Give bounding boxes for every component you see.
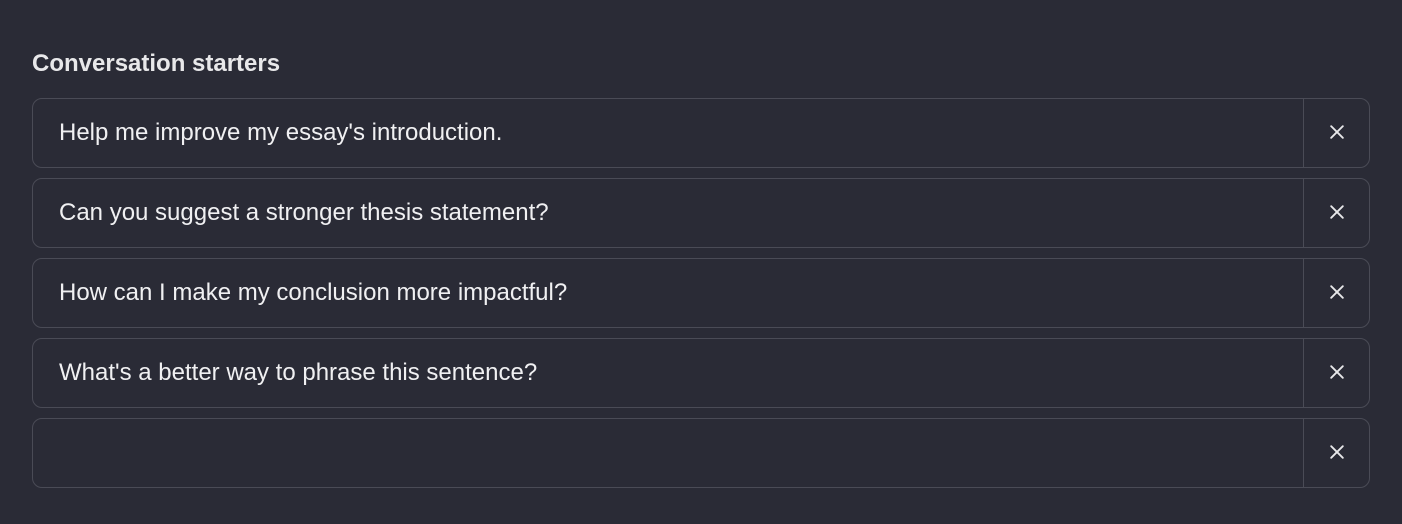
starter-input[interactable] <box>33 99 1303 167</box>
starter-row <box>32 178 1370 248</box>
close-icon <box>1327 122 1347 145</box>
close-icon <box>1327 282 1347 305</box>
starter-input[interactable] <box>33 179 1303 247</box>
starter-row <box>32 258 1370 328</box>
starter-row <box>32 418 1370 488</box>
remove-starter-button[interactable] <box>1303 99 1369 167</box>
starter-input[interactable] <box>33 419 1303 487</box>
starter-input[interactable] <box>33 259 1303 327</box>
section-title: Conversation starters <box>32 50 1370 78</box>
close-icon <box>1327 362 1347 385</box>
conversation-starters-section: Conversation starters <box>0 0 1402 520</box>
remove-starter-button[interactable] <box>1303 259 1369 327</box>
remove-starter-button[interactable] <box>1303 179 1369 247</box>
starter-row <box>32 338 1370 408</box>
starter-input[interactable] <box>33 339 1303 407</box>
starter-list <box>32 98 1370 488</box>
close-icon <box>1327 202 1347 225</box>
starter-row <box>32 98 1370 168</box>
remove-starter-button[interactable] <box>1303 419 1369 487</box>
close-icon <box>1327 442 1347 465</box>
remove-starter-button[interactable] <box>1303 339 1369 407</box>
